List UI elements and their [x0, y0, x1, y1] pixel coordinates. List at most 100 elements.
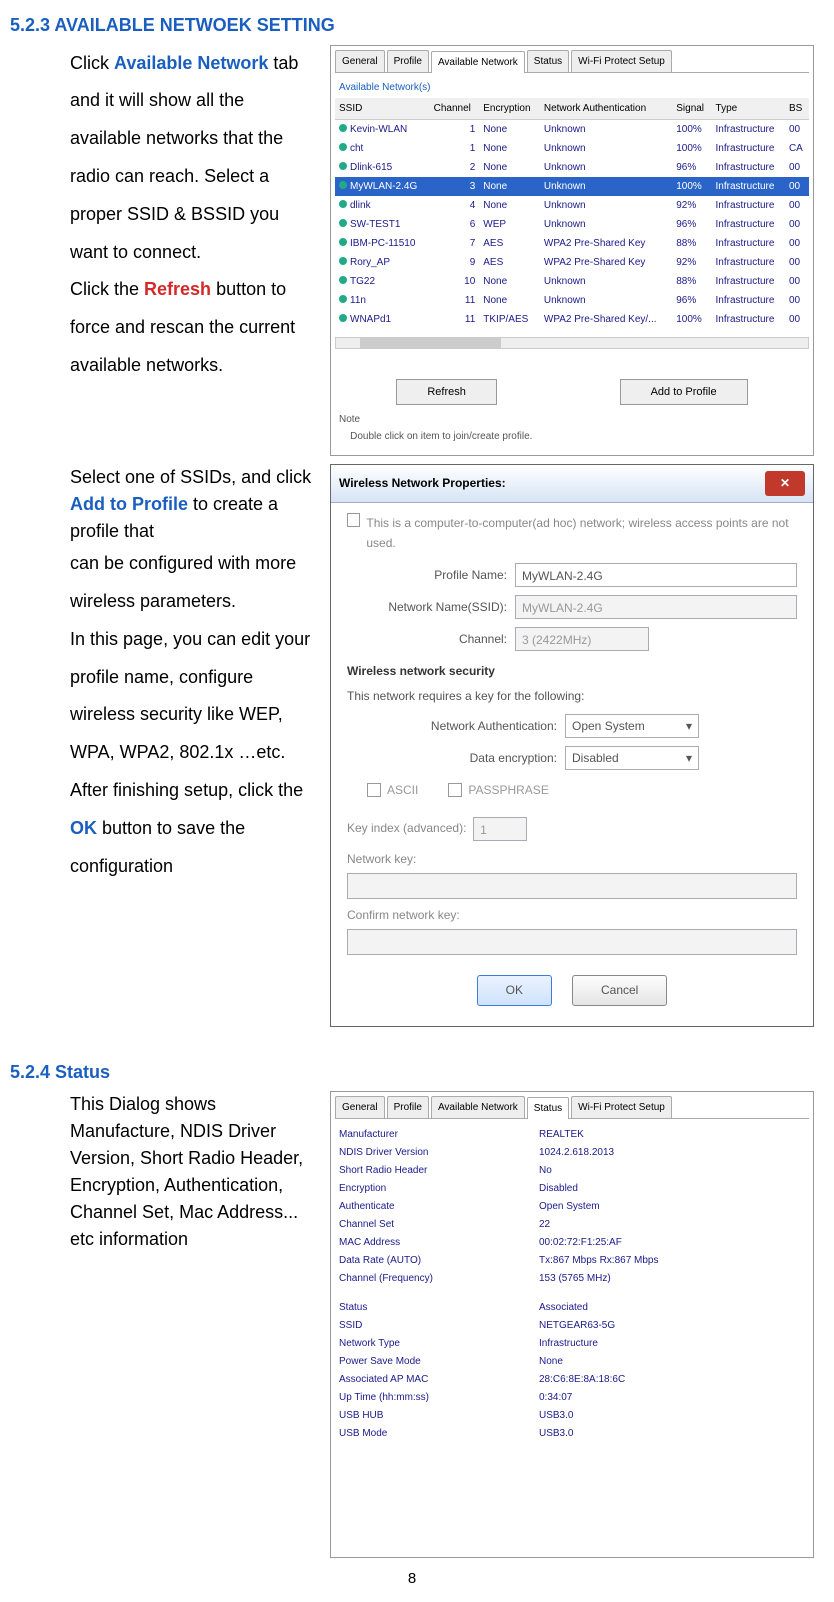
status-row: Up Time (hh:mm:ss)0:34:07 [339, 1389, 805, 1406]
key-index-label: Key index (advanced): [347, 818, 466, 838]
page-number: 8 [10, 1566, 814, 1592]
status-row: Short Radio HeaderNo [339, 1162, 805, 1179]
para-2c: can be configured with more wireless par… [70, 545, 318, 621]
col-type: Type [712, 98, 785, 120]
tab-available-network[interactable]: Available Network [431, 1096, 525, 1118]
col-ssid: SSID [335, 98, 430, 120]
para-1: Click Available Network tab and it will … [70, 45, 318, 272]
status-row: Associated AP MAC28:C6:8E:8A:18:6C [339, 1371, 805, 1388]
kw-ok: OK [70, 818, 97, 838]
table-row[interactable]: dlink4NoneUnknown92%Infrastructure00 [335, 196, 809, 215]
ssid-label: Network Name(SSID): [347, 597, 507, 617]
passphrase-checkbox[interactable] [448, 783, 462, 797]
refresh-button[interactable]: Refresh [396, 379, 497, 406]
profile-name-label: Profile Name: [347, 565, 507, 585]
auth-label: Network Authentication: [347, 716, 557, 736]
status-row: Data Rate (AUTO)Tx:867 Mbps Rx:867 Mbps [339, 1252, 805, 1269]
adhoc-checkbox[interactable] [347, 513, 360, 527]
table-row[interactable]: IBM-PC-115107AESWPA2 Pre-Shared Key88%In… [335, 234, 809, 253]
add-to-profile-button[interactable]: Add to Profile [620, 379, 748, 406]
para-2d: In this page, you can edit your profile … [70, 621, 318, 886]
tab-profile[interactable]: Profile [387, 1096, 429, 1118]
status-row: EncryptionDisabled [339, 1180, 805, 1197]
col-signal: Signal [672, 98, 711, 120]
chevron-down-icon: ▾ [686, 716, 692, 736]
tab-status[interactable]: Status [527, 50, 569, 72]
status-row: USB ModeUSB3.0 [339, 1425, 805, 1442]
adhoc-label: This is a computer-to-computer(ad hoc) n… [366, 513, 797, 554]
text: In this page, you can edit your profile … [70, 629, 310, 800]
col-encryption: Encryption [479, 98, 540, 120]
enc-label: Data encryption: [347, 748, 557, 768]
status-row: SSIDNETGEAR63-5G [339, 1317, 805, 1334]
tab-status[interactable]: Status [527, 1097, 569, 1119]
kw-available-network: Available Network [114, 53, 268, 73]
dialog-wireless-network-properties: Wireless Network Properties: ✕ This is a… [330, 464, 814, 1027]
ascii-checkbox[interactable] [367, 783, 381, 797]
section-title-available-network: 5.2.3 AVAILABLE NETWOEK SETTING [10, 10, 814, 41]
status-row: Power Save ModeNone [339, 1353, 805, 1370]
status-row: MAC Address00:02:72:F1:25:AF [339, 1234, 805, 1251]
networks-table[interactable]: SSID Channel Encryption Network Authenti… [335, 98, 809, 329]
tab-bar-2: General Profile Available Network Status… [335, 1096, 809, 1119]
status-row: NDIS Driver Version1024.2.618.2013 [339, 1144, 805, 1161]
wireless-security-header: Wireless network security [347, 661, 797, 681]
tab-general[interactable]: General [335, 50, 385, 72]
status-row: StatusAssociated [339, 1299, 805, 1316]
status-row: Channel Set22 [339, 1216, 805, 1233]
note-text: Double click on item to join/create prof… [350, 431, 532, 442]
para-status: This Dialog shows Manufacture, NDIS Driv… [70, 1091, 318, 1253]
status-row: Channel (Frequency)153 (5765 MHz) [339, 1270, 805, 1287]
col-auth: Network Authentication [540, 98, 672, 120]
col-bs: BS [785, 98, 809, 120]
chevron-down-icon: ▾ [686, 748, 692, 768]
tab-wifi-protect-setup[interactable]: Wi-Fi Protect Setup [571, 1096, 672, 1118]
ok-button[interactable]: OK [477, 975, 552, 1005]
dialog-title: Wireless Network Properties: [339, 473, 506, 493]
text: tab and it will show all the available n… [70, 53, 298, 262]
text: Click [70, 53, 114, 73]
wireless-security-sub: This network requires a key for the foll… [347, 686, 797, 706]
key-index-select: 1 [473, 817, 527, 841]
table-row[interactable]: cht1NoneUnknown100%InfrastructureCA [335, 139, 809, 158]
status-row: Network TypeInfrastructure [339, 1335, 805, 1352]
auth-select[interactable]: Open System▾ [565, 714, 699, 738]
table-row[interactable]: Kevin-WLAN1NoneUnknown100%Infrastructure… [335, 119, 809, 139]
table-row[interactable]: SW-TEST16WEPUnknown96%Infrastructure00 [335, 215, 809, 234]
ssid-input: MyWLAN-2.4G [515, 595, 797, 619]
table-row[interactable]: Rory_AP9AESWPA2 Pre-Shared Key92%Infrast… [335, 253, 809, 272]
table-row[interactable]: MyWLAN-2.4G3NoneUnknown100%Infrastructur… [335, 177, 809, 196]
ascii-label: ASCII [387, 780, 418, 800]
cancel-button[interactable]: Cancel [572, 975, 667, 1005]
tab-bar: General Profile Available Network Status… [335, 50, 809, 73]
table-row[interactable]: 11n11NoneUnknown96%Infrastructure00 [335, 291, 809, 310]
section-title-status: 5.2.4 Status [10, 1057, 814, 1088]
enc-select[interactable]: Disabled ▾ [565, 746, 699, 770]
confirm-network-key-label: Confirm network key: [347, 908, 460, 922]
table-row[interactable]: Dlink-6152NoneUnknown96%Infrastructure00 [335, 158, 809, 177]
tab-available-network[interactable]: Available Network [431, 51, 525, 73]
confirm-network-key-input [347, 929, 797, 955]
screenshot-status: General Profile Available Network Status… [330, 1091, 814, 1558]
tab-profile[interactable]: Profile [387, 50, 429, 72]
profile-name-input[interactable]: MyWLAN-2.4G [515, 563, 797, 587]
tab-wifi-protect-setup[interactable]: Wi-Fi Protect Setup [571, 50, 672, 72]
horizontal-scrollbar[interactable] [335, 337, 809, 349]
tab-general[interactable]: General [335, 1096, 385, 1118]
network-key-input [347, 873, 797, 899]
enc-value: Disabled [572, 748, 619, 768]
channel-label: Channel: [347, 629, 507, 649]
text: Select one of SSIDs, and click [70, 467, 311, 487]
para-2a: Select one of SSIDs, and click Add to Pr… [70, 464, 318, 545]
status-row: AuthenticateOpen System [339, 1198, 805, 1215]
table-row[interactable]: TG2210NoneUnknown88%Infrastructure00 [335, 272, 809, 291]
close-icon[interactable]: ✕ [765, 471, 805, 495]
kw-refresh: Refresh [144, 279, 211, 299]
text: button to save the configuration [70, 818, 245, 876]
channel-select: 3 (2422MHz) [515, 627, 649, 651]
col-channel: Channel [430, 98, 480, 120]
network-key-label: Network key: [347, 852, 416, 866]
status-row: USB HUBUSB3.0 [339, 1407, 805, 1424]
available-networks-label: Available Network(s) [339, 79, 809, 96]
table-row[interactable]: WNAPd111TKIP/AESWPA2 Pre-Shared Key/...1… [335, 310, 809, 329]
